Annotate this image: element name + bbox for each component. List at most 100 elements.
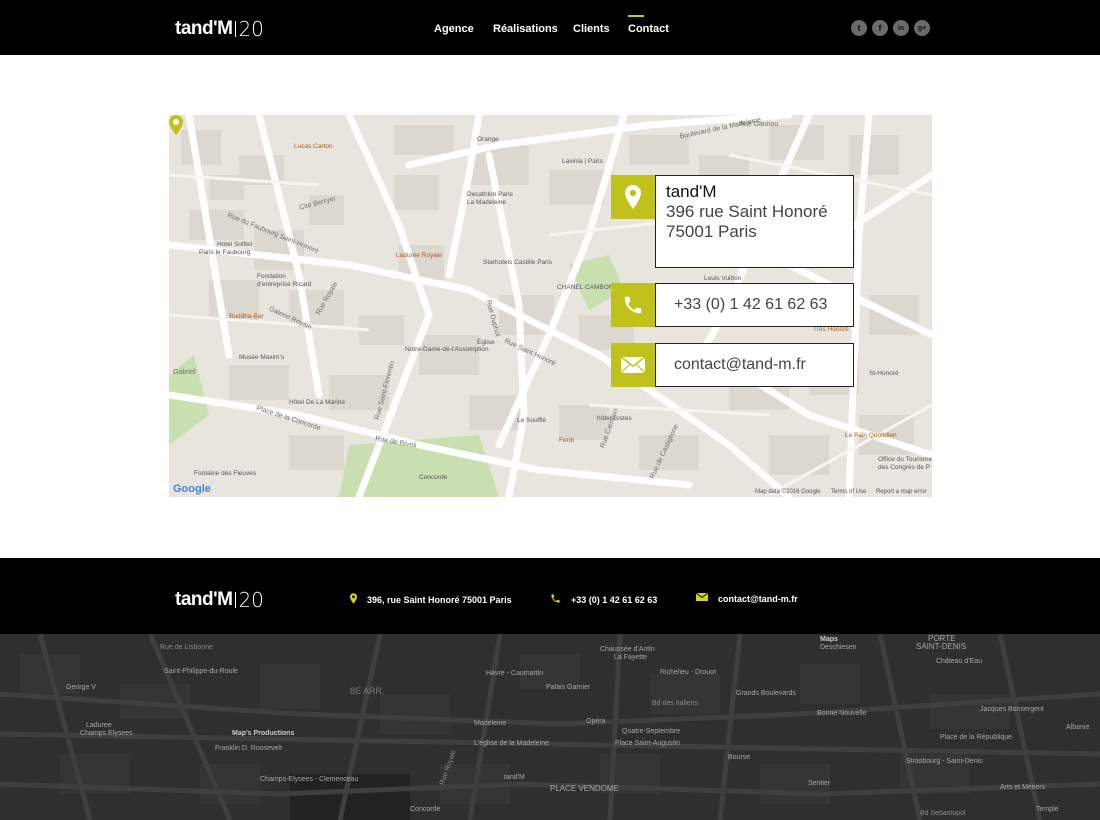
dark-map-madeleine: Madeleine [474,720,507,727]
dark-map-la-fayette: La Fayette [614,654,648,661]
footer-address: 396, rue Saint Honoré 75001 Paris [350,593,512,607]
dark-map-arts-metiers: Arts et Métiers [1000,784,1046,791]
map-label-congres: des Congrès de P [878,464,931,471]
map-data-credit: Map data ©2016 Google [755,489,821,495]
dark-map-jacques-bonsergent: Jacques Bonsergent [980,706,1044,713]
map-poi-laduree: Ladurée Royale [396,252,442,259]
map-label-concorde: Concorde [419,474,448,481]
dark-map-quatre-septembre: Quatre-Septembre [622,728,680,735]
footer-phone: +33 (0) 1 42 61 62 63 [550,593,657,607]
nav-item-realisations[interactable]: Réalisations [493,23,558,35]
phone-card: +33 (0) 1 42 61 62 63 [611,283,854,327]
dark-map-maps-productions: Map's Productions [232,730,295,737]
nav-item-clients[interactable]: Clients [573,23,610,35]
logo-years-label: ANS [263,20,297,37]
dark-map-maps-desc: Deschiesen [820,644,857,651]
linkedin-glyph: in [897,24,905,32]
map-label-eglise: Église [477,339,495,346]
map-report-link[interactable]: Report a map error [876,489,927,495]
footer-address-text: 396, rue Saint Honoré 75001 Paris [367,595,512,605]
phone-number[interactable]: +33 (0) 1 42 61 62 63 [656,296,853,314]
footer-dark-map: Rue de Lisbonne Saint-Philippe-du-Roule … [0,634,1100,820]
dark-map-place-saint-augustin: Place Saint-Augustin [615,740,680,747]
twitter-icon[interactable]: t [851,20,867,36]
footer-logo[interactable]: tand'M 20 ANS [175,589,297,611]
footer-envelope-icon [695,592,709,604]
dark-map-laduree: Laduree [86,722,112,729]
dark-map-grands-boulevards: Grands Boulevards [736,690,796,697]
location-pin-icon[interactable] [169,115,183,135]
footer-logo-years: 20 [235,588,264,612]
dark-map-albanie: Albanie [1066,724,1090,731]
dark-map-maps: Maps [820,636,838,643]
map-label-hotel-marine: Hôtel De La Marine [289,399,345,406]
googleplus-glyph: g+ [917,24,927,32]
nav-item-agence[interactable]: Agence [434,23,474,35]
dark-map-roosevelt: Franklin D. Roosevelt [215,745,282,752]
address-card-content: tand'M 396 rue Saint Honoré 75001 Paris [655,175,854,268]
email-card: contact@tand-m.fr [611,343,854,387]
footer-logo-years-number: 20 [238,588,264,612]
logo-years: 20 [235,19,264,39]
dark-map-opera: Opéra [586,718,606,725]
map-label-decathlon: Decathlon Paris [467,191,513,198]
map-label-hotel-sofitel: Hotel Sofitel [217,241,253,248]
footer-logo-years-label: ANS [263,591,297,608]
map-label-le-souffle: Le Soufflé [517,417,547,424]
location-marker-icon [611,175,655,219]
dark-map-champs-clemenceau: Champs-Elysees - Clemenceau [260,776,359,783]
email-card-content[interactable]: contact@tand-m.fr [655,343,854,387]
header-logo[interactable]: tand'M 20 ANS [175,18,297,40]
googleplus-icon[interactable]: g+ [914,20,930,36]
linkedin-icon[interactable]: in [893,20,909,36]
dark-map-saint-denis: SAINT-DENIS [916,642,967,651]
dark-map-sentier: Sentier [808,780,831,787]
dark-map-havre: Havre - Caumartin [486,670,544,677]
dark-map-bd-italiens: Bd des Italiens [652,700,698,707]
map-label-musee-maxims: Musée Maxim's [239,354,284,361]
address-card: tand'M 396 rue Saint Honoré 75001 Paris [611,175,854,268]
dark-map-chateau-eau: Château d'Eau [936,658,983,665]
map-label-madeleine: La Madeleine [467,199,507,206]
map-label-gabriel: Gabriel [173,369,196,376]
map-terms-link[interactable]: Terms of Use [831,489,866,495]
footer-location-icon [350,593,357,607]
facebook-icon[interactable]: f [872,20,888,36]
address-company-name: tand'M [666,181,717,201]
dark-map-strasbourg: Strasbourg - Saint-Denis [906,758,983,765]
envelope-icon [611,343,655,387]
dark-map-george-v: George V [66,684,96,691]
footer-phone-text[interactable]: +33 (0) 1 42 61 62 63 [571,595,657,605]
nav-item-contact[interactable]: Contact [628,15,669,35]
address-city: 75001 Paris [666,221,757,241]
map-label-orange: Orange [477,136,499,143]
dark-map-tandm: tand'M [504,774,525,781]
map-poi-ferdi: Ferdi [559,437,574,444]
dark-map-saint-philippe: Saint-Philippe-du-Roule [164,668,238,675]
map-label-fondation: Fondation [257,273,286,280]
dark-map-concorde: Concorde [410,806,441,813]
dark-map-republique: Place de la République [940,734,1012,741]
phone-icon [611,283,655,327]
top-navigation-bar: tand'M 20 ANS Agence Réalisations Client… [0,0,1100,55]
map-label-louis-vuitton: Louis Vuitton [704,275,742,282]
dark-map-bd-sebastopol: Bd Sebastopol [920,810,966,817]
footer-email: contact@tand-m.fr [695,592,798,604]
phone-card-content[interactable]: +33 (0) 1 42 61 62 63 [655,283,854,327]
map-poi-le-pain: Le Pain Quotidien [845,432,897,439]
map-poi-lucas-carton: Lucas Carton [294,143,333,150]
map-label-office-tourisme: Office du Tourisme [878,456,932,463]
email-address[interactable]: contact@tand-m.fr [656,356,853,374]
map-label-notre-dame: Notre-Dame-de-l'Assomption [405,346,489,353]
footer-email-text[interactable]: contact@tand-m.fr [718,594,798,604]
address-street: 396 rue Saint Honoré [666,201,828,221]
dark-map-place-vendome: PLACE VENDOME [550,784,619,793]
map-label-chanel: CHANEL CAMBON [557,284,614,291]
map-label-paris-faubourg: Paris le Faubourg [199,249,251,256]
map-label-lavinia: Lavinia | Paris [562,158,603,165]
dark-map-rue-lisbonne: Rue de Lisbonne [160,644,213,651]
dark-map-8e-arr: 8E ARR. [350,686,385,696]
footer-logo-brand: tand'M [175,589,233,610]
map-label-starhotels: Starhotels Castille Paris [483,259,552,266]
map-poi-buddha-bar: Buddha-Bar [229,313,264,320]
